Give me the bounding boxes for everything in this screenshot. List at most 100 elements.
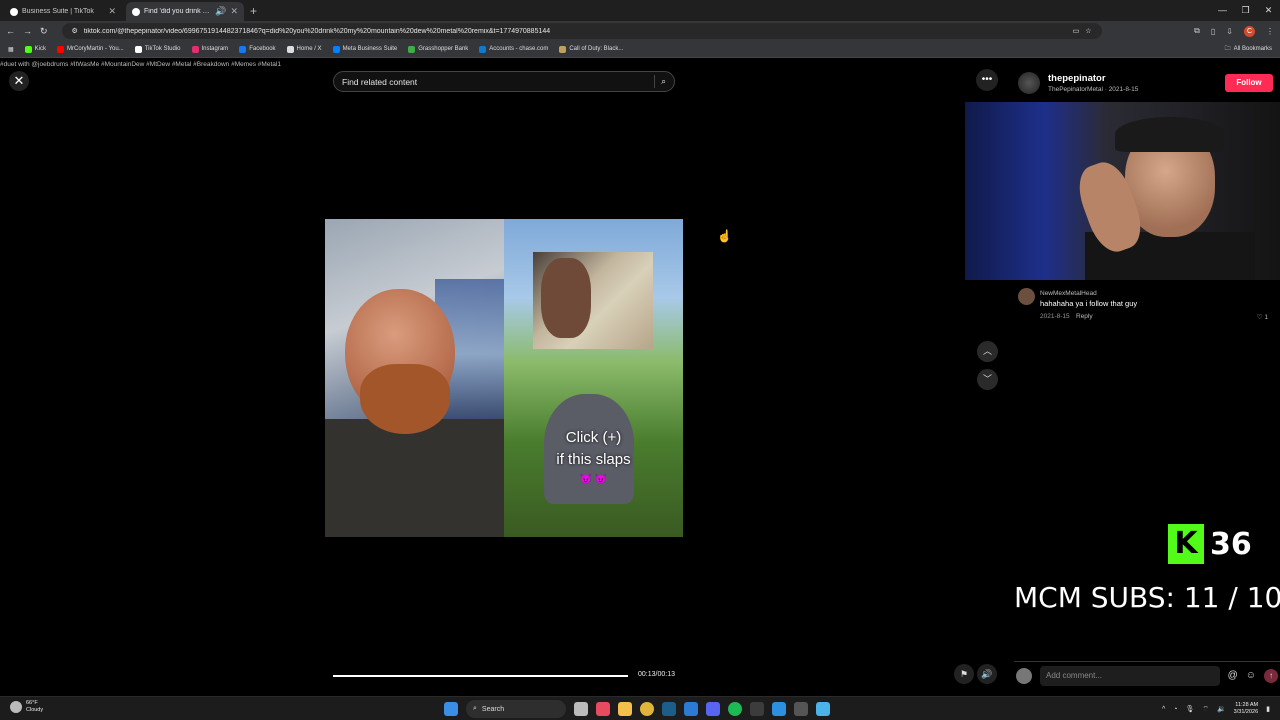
search-divider xyxy=(654,75,656,88)
music-app-icon[interactable] xyxy=(596,702,610,716)
new-tab-button[interactable]: + xyxy=(250,2,257,21)
comment-reply-button[interactable]: Reply xyxy=(1076,313,1093,320)
creator-avatar[interactable] xyxy=(1018,72,1040,94)
tiktok-favicon-icon xyxy=(132,7,140,16)
discord-icon[interactable] xyxy=(706,702,720,716)
window-close-button[interactable]: ✕ xyxy=(1257,0,1280,21)
speaker-icon[interactable]: 🔉 xyxy=(1217,705,1226,713)
app-icon[interactable] xyxy=(684,702,698,716)
bookmark-cod[interactable]: Call of Duty: Black... xyxy=(559,45,623,53)
tab-tiktok-search[interactable]: Find 'did you drink my mo 🔊 ✕ xyxy=(126,2,244,21)
mouse-cursor-icon: ☝ xyxy=(717,229,732,243)
more-options-button[interactable]: ••• xyxy=(976,69,998,91)
apps-icon[interactable]: ▦ xyxy=(8,46,14,53)
back-icon[interactable]: ← xyxy=(6,26,15,36)
tiktok-icon xyxy=(134,45,142,53)
address-bar[interactable]: ⚙ tiktok.com/@thepepinator/video/6996751… xyxy=(61,23,1102,39)
report-icon[interactable]: ⚑ xyxy=(954,664,974,684)
bookmark-youtube[interactable]: MrCoryMartin - You... xyxy=(57,45,124,53)
taskbar-apps: ⌕ Search xyxy=(444,699,830,719)
clock-date: 3/31/2026 xyxy=(1233,709,1259,715)
tab-business-suite[interactable]: Business Suite | TikTok ✕ xyxy=(4,2,122,21)
obs-icon[interactable] xyxy=(794,702,808,716)
bookmark-tiktok-studio[interactable]: TikTok Studio xyxy=(134,45,181,53)
volume-icon[interactable]: 🔊 xyxy=(977,664,997,684)
url-text: tiktok.com/@thepepinator/video/699675191… xyxy=(83,27,551,35)
bookmark-star-icon[interactable]: ☆ xyxy=(1085,27,1091,35)
forward-icon[interactable]: → xyxy=(23,26,32,36)
network-icon[interactable]: ◔ xyxy=(1173,706,1177,713)
comment-avatar[interactable] xyxy=(1018,288,1035,305)
task-view-icon[interactable] xyxy=(574,702,588,716)
comment-username[interactable]: NewMexMetalHead xyxy=(1040,290,1097,297)
notification-icon[interactable]: ▮ xyxy=(1266,705,1270,713)
overlay-line-2: if this slaps xyxy=(556,451,631,468)
mention-icon[interactable]: @ xyxy=(1228,670,1238,681)
comment-like-button[interactable]: ♡ 1 xyxy=(1257,313,1268,321)
all-bookmarks[interactable]: 🗀 All Bookmarks xyxy=(1225,44,1272,54)
clock[interactable]: 11:28 AM 3/31/2026 xyxy=(1234,702,1258,716)
downloads-icon[interactable]: ⇩ xyxy=(1226,27,1233,36)
window-controls: — ❐ ✕ xyxy=(1211,0,1280,21)
comment-text: hahahaha ya i follow that guy xyxy=(1040,299,1138,308)
restore-button[interactable]: ❐ xyxy=(1234,0,1257,21)
user-avatar xyxy=(1016,667,1032,684)
profile-avatar[interactable]: C xyxy=(1244,25,1255,37)
bookmark-x[interactable]: Home / X xyxy=(286,45,322,53)
close-video-button[interactable]: ✕ xyxy=(9,71,29,91)
tab-close-icon[interactable]: ✕ xyxy=(230,6,238,17)
search-icon[interactable]: ⌕ xyxy=(661,76,666,87)
microphone-icon[interactable]: 🎙 xyxy=(1185,705,1194,713)
tray-overflow-icon[interactable]: ^ xyxy=(1162,706,1165,713)
previous-video-button[interactable]: ︿ xyxy=(977,341,998,362)
bookmark-chase[interactable]: Accounts - chase.com xyxy=(479,45,548,53)
video-caption: #duet with @joebdrums #ItWasMe #Mountain… xyxy=(0,61,281,68)
comment-date: 2021-8-15 xyxy=(1040,313,1070,320)
tab-audio-icon[interactable]: 🔊 xyxy=(215,6,226,17)
folder-icon: 🗀 xyxy=(1224,46,1231,52)
browser-tab-strip: Business Suite | TikTok ✕ Find 'did you … xyxy=(0,0,1280,21)
spotify-icon[interactable] xyxy=(728,702,742,716)
kick-count: 36 xyxy=(1210,526,1252,562)
windows-start-icon[interactable] xyxy=(444,702,458,716)
steam-icon[interactable] xyxy=(662,702,676,716)
minimize-button[interactable]: — xyxy=(1211,0,1234,21)
bookmark-instagram[interactable]: Instagram xyxy=(191,45,228,53)
post-comment-button[interactable]: ↑ xyxy=(1264,668,1278,683)
tab-title: Business Suite | TikTok xyxy=(22,8,94,15)
site-info-icon[interactable]: ⚙ xyxy=(72,27,78,35)
chrome-icon[interactable] xyxy=(640,702,654,716)
comment-input[interactable] xyxy=(1040,665,1220,686)
video-frame[interactable]: Click (+) if this slaps 😈 😈 xyxy=(325,219,683,537)
next-video-button[interactable]: ﹀ xyxy=(977,369,998,390)
extensions-icon[interactable]: ⧉ xyxy=(1194,26,1200,36)
duet-right-video: Click (+) if this slaps 😈 😈 xyxy=(504,219,683,537)
facebook-icon xyxy=(239,45,247,53)
cast-icon[interactable]: ▭ xyxy=(1073,27,1080,35)
wifi-icon[interactable]: ⌔ xyxy=(1202,705,1209,714)
bookmark-meta[interactable]: Meta Business Suite xyxy=(332,45,397,53)
video-player[interactable]: ⌕ Click (+) if this slaps 😈 😈 xyxy=(325,59,683,696)
sidebar-icon[interactable]: ▯ xyxy=(1211,27,1215,36)
store-icon[interactable] xyxy=(772,702,786,716)
notepad-icon[interactable] xyxy=(816,702,830,716)
reload-icon[interactable]: ↻ xyxy=(40,26,48,37)
menu-icon[interactable]: ⋮ xyxy=(1266,27,1274,36)
creator-username[interactable]: thepepinator xyxy=(1048,73,1138,84)
bookmark-kick[interactable]: Kick xyxy=(24,45,46,53)
overlay-emoji: 😈 😈 xyxy=(579,474,608,485)
related-search-bar[interactable]: ⌕ xyxy=(333,71,675,92)
taskbar-search[interactable]: ⌕ Search xyxy=(466,700,566,718)
tab-close-icon[interactable]: ✕ xyxy=(108,6,116,17)
weather-temp: 66°F xyxy=(26,700,38,706)
related-search-input[interactable] xyxy=(342,76,655,87)
file-explorer-icon[interactable] xyxy=(618,702,632,716)
follow-button[interactable]: Follow xyxy=(1225,74,1273,92)
weather-widget[interactable]: 66°F Cloudy xyxy=(10,700,43,714)
duet-left-video xyxy=(325,219,504,537)
emoji-icon[interactable]: ☺ xyxy=(1246,670,1256,681)
bookmark-facebook[interactable]: Facebook xyxy=(239,45,276,53)
game-icon xyxy=(559,45,567,53)
xbox-icon[interactable] xyxy=(750,702,764,716)
bookmark-grasshopper[interactable]: Grasshopper Bank xyxy=(408,45,468,53)
